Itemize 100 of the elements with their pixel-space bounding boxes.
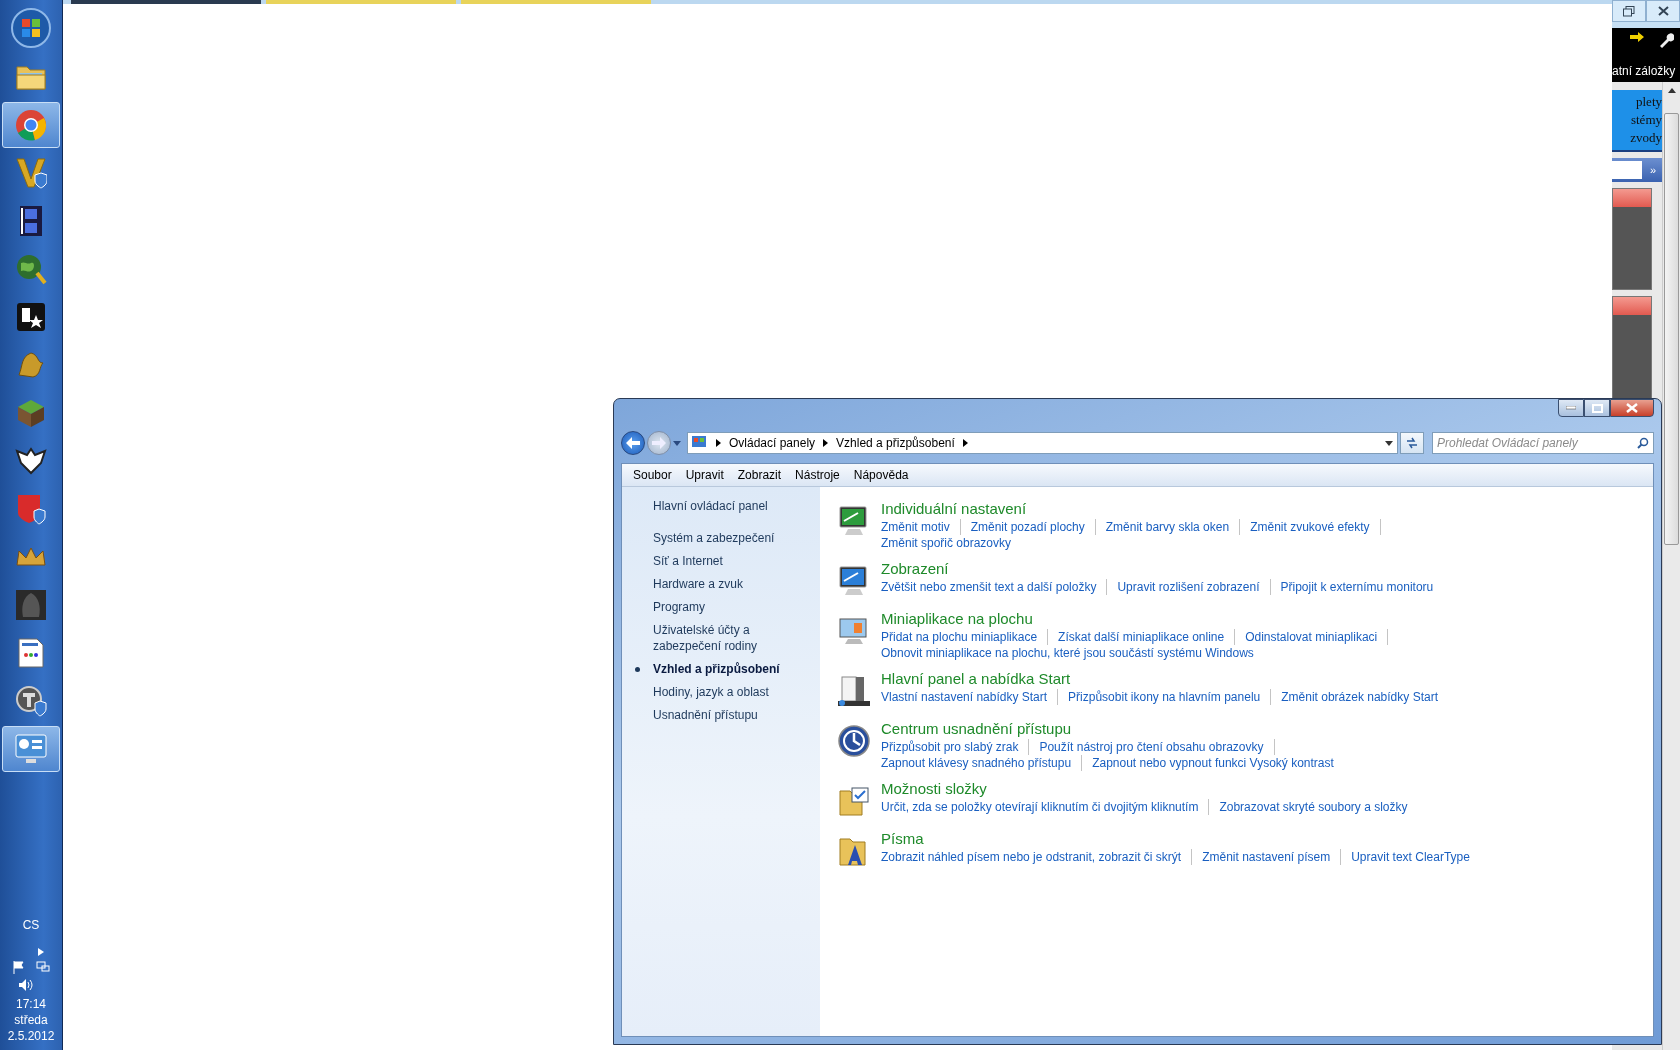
category-title[interactable]: Zobrazení [881,559,1444,579]
minimize-button[interactable] [1558,399,1584,417]
category-title[interactable]: Písma [881,829,1480,849]
control-panel-icon [15,734,47,764]
category-link[interactable]: Změnit pozadí plochy [970,519,1096,535]
hooded-figure-icon [16,590,46,620]
back-arrow-icon [626,437,640,449]
category-link[interactable]: Přizpůsobit ikony na hlavním panelu [1068,689,1272,705]
nav-link[interactable]: Uživatelské účty a zabezpečení rodiny [622,622,820,654]
category-link[interactable]: Získat další miniaplikace online [1058,629,1236,645]
start-button[interactable] [11,8,51,48]
go-button[interactable]: » [1646,164,1661,176]
address-bar[interactable]: Ovládací panely Vzhled a přizpůsobení [687,432,1398,454]
search-field[interactable]: Prohledat Ovládací panely [1432,432,1654,454]
nav-link[interactable]: Vzhled a přizpůsobení [622,661,820,677]
category-link[interactable]: Změnit motiv [881,519,961,535]
back-button[interactable] [621,431,645,455]
wrench-icon[interactable] [1658,32,1674,48]
menu-item[interactable]: Nástroje [788,466,847,484]
monitor-icon [838,505,870,537]
category-link[interactable]: Upravit text ClearType [1351,849,1480,865]
nav-link[interactable]: Síť a Internet [622,553,820,569]
caret-icon [1385,440,1393,446]
category-title[interactable]: Centrum usnadnění přístupu [881,719,1344,739]
category-link[interactable]: Určit, zda se položky otevírají kliknutím či dvojitým kliknutím [881,799,1210,815]
menu-item[interactable]: Upravit [678,466,731,484]
category-link[interactable]: Zapnout nebo vypnout funkci Vysoký kontrast [1092,755,1344,771]
arrow-icon[interactable] [1630,32,1644,42]
category-title[interactable]: Možnosti složky [881,779,1418,799]
category-link[interactable]: Zvětšit nebo zmenšit text a další položky [881,579,1108,595]
nav-link[interactable]: Hardware a zvuk [622,576,820,592]
menu-item[interactable]: Nápověda [846,466,916,484]
category-link[interactable]: Odinstalovat miniaplikaci [1245,629,1389,645]
close-icon [1626,403,1638,413]
chevron-icon[interactable] [823,439,829,447]
network-icon[interactable] [36,960,50,974]
refresh-button[interactable] [1400,432,1424,454]
accessibility-icon [838,725,870,757]
category-link[interactable]: Použít nástroj pro čtení obsahu obrazovky [1039,739,1275,755]
shield-badge-icon [16,493,46,525]
menu-item[interactable]: Soubor [626,466,679,484]
category-title[interactable]: Individuální nastavení [881,499,1391,519]
category-link[interactable]: Změnit zvukové efekty [1250,519,1381,535]
category-link[interactable]: Upravit rozlišení zobrazení [1117,579,1271,595]
browser-logo-icon [15,109,47,141]
folder-icon [15,63,47,91]
nav-link[interactable]: Usnadnění přístupu [622,707,820,723]
restore-button[interactable] [1612,0,1646,22]
taskbar-window-icon [838,675,870,707]
tray-expand-icon[interactable] [38,948,45,956]
close-icon [1657,6,1669,16]
nav-link[interactable]: Hlavní ovládací panel [622,499,820,513]
close-button[interactable] [1646,0,1680,22]
category-link[interactable]: Vlastní nastavení nabídky Start [881,689,1059,705]
scrollbar[interactable] [1662,82,1680,1050]
wing-emblem-icon [15,445,47,477]
cube-icon [16,398,46,428]
griffin-icon [15,349,47,381]
restore-icon [1623,5,1635,17]
category-link[interactable]: Zobrazovat skryté soubory a složky [1219,799,1418,815]
input-field[interactable] [1612,161,1642,179]
menu-item[interactable]: Zobrazit [730,466,789,484]
category-link[interactable]: Připojit k externímu monitoru [1280,579,1444,595]
category-link[interactable]: Změnit obrázek nabídky Start [1281,689,1448,705]
nav-link[interactable]: Programy [622,599,820,615]
control-panel-icon [692,436,708,450]
banner-text: stémy [1629,111,1662,129]
folder-checkbox-icon [838,785,870,817]
category-link[interactable]: Přidat na plochu miniaplikace [881,629,1049,645]
maximize-button[interactable] [1584,399,1610,417]
clock-date: 2.5.2012 [7,1028,55,1044]
category-link[interactable]: Obnovit miniaplikace na plochu, které jsou součástí systému Windows [881,645,1264,661]
chevron-icon[interactable] [962,439,968,447]
document-icon [18,638,44,668]
scroll-up-icon[interactable] [1667,88,1676,93]
breadcrumb[interactable]: Vzhled a přizpůsobení [836,436,955,450]
category-link[interactable]: Zobrazit náhled písem nebo je odstranit, zobrazit či skrýt [881,849,1193,865]
scrollbar-thumb[interactable] [1664,113,1679,545]
chevron-icon[interactable] [716,439,721,447]
banner-text: zvody [1629,129,1662,147]
flag-icon[interactable] [12,960,26,974]
film-strip-icon [19,205,43,237]
nav-link[interactable]: Systém a zabezpečení [622,530,820,546]
nav-link[interactable]: Hodiny, jazyk a oblast [622,684,820,700]
monitor-icon [838,565,870,597]
volume-icon[interactable] [17,978,34,992]
forward-arrow-icon [652,437,666,449]
category-link[interactable]: Změnit nastavení písem [1202,849,1342,865]
breadcrumb[interactable]: Ovládací panely [729,436,816,450]
category-title[interactable]: Hlavní panel a nabídka Start [881,669,1448,689]
category-link[interactable]: Změnit spořič obrazovky [881,535,1022,551]
category-link[interactable]: Zapnout klávesy snadného přístupu [881,755,1083,771]
language-indicator[interactable]: CS [22,918,40,932]
close-button[interactable] [1610,399,1654,417]
category-link[interactable]: Změnit barvy skla oken [1105,519,1241,535]
category-link[interactable]: Přizpůsobit pro slabý zrak [881,739,1030,755]
globe-icon [15,253,47,285]
banner-text: plety [1635,93,1662,111]
chevron-logo-icon [15,157,47,189]
category-title[interactable]: Miniaplikace na plochu [881,609,1399,629]
